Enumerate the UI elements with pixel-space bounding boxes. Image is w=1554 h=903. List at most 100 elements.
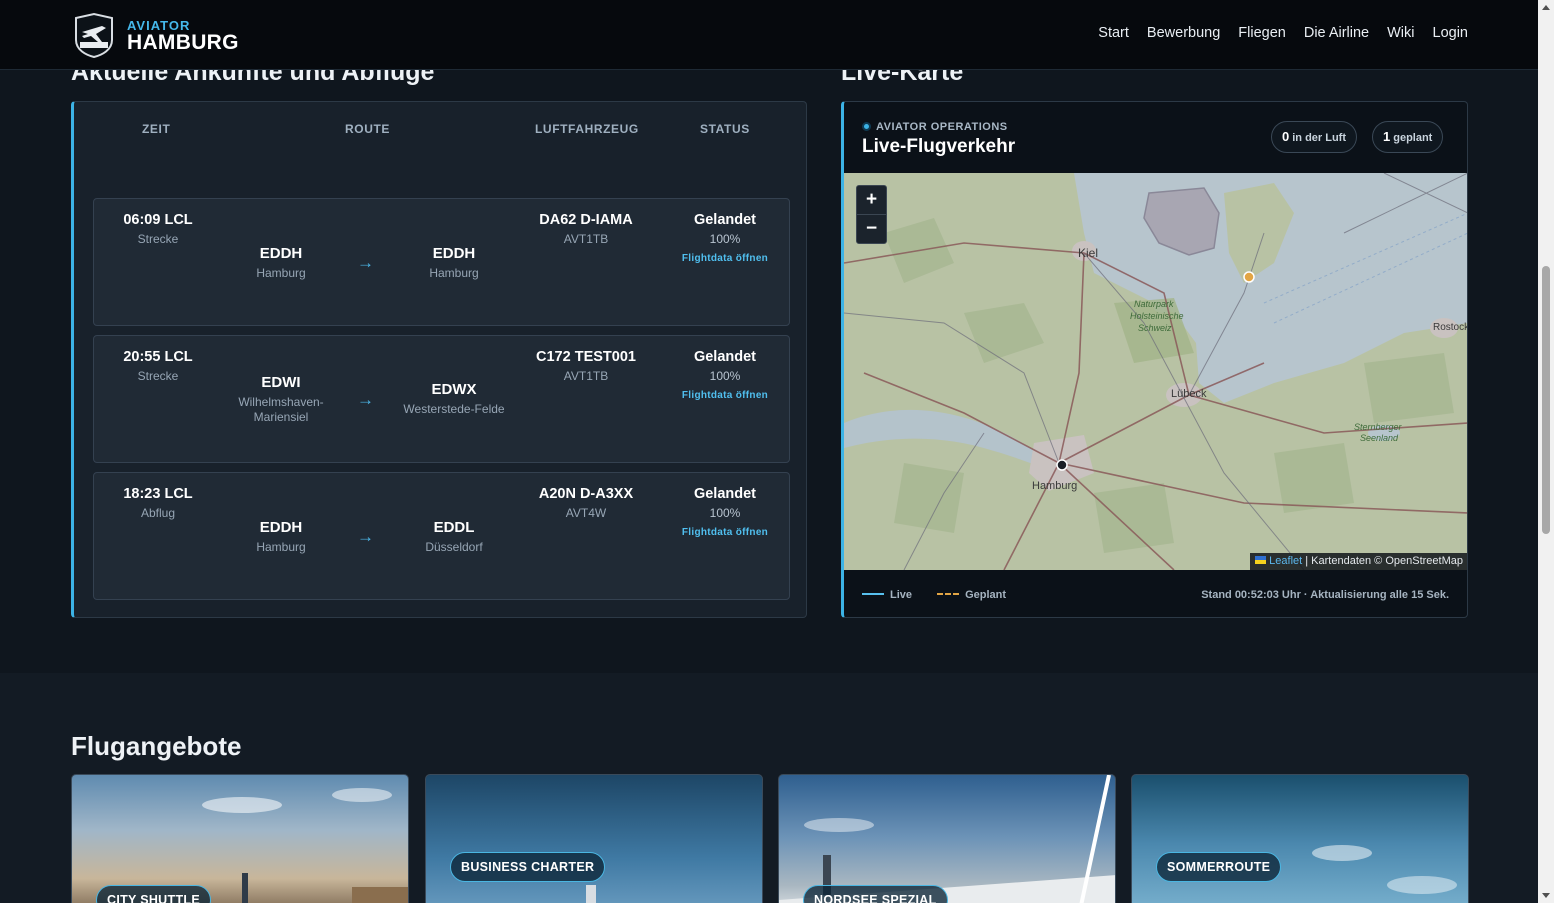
callsign: AVT1TB	[563, 232, 609, 246]
svg-text:Holsteinische: Holsteinische	[1130, 311, 1184, 321]
arrival-city: Westerstede-Felde	[403, 402, 505, 416]
nav-item-start[interactable]: Start	[1098, 25, 1129, 41]
flight-progress: 100%	[709, 232, 741, 246]
offer-card[interactable]: SOMMERROUTE	[1131, 774, 1469, 903]
planned-label: geplant	[1393, 132, 1433, 144]
flightdata-link[interactable]: Flightdata öffnen	[664, 390, 786, 401]
map-panel-title: Live-Flugverkehr	[862, 136, 1016, 157]
ukraine-flag-icon	[1255, 556, 1267, 564]
column-header-time: ZEIT	[142, 122, 171, 136]
aircraft-registration: C172 TEST001	[536, 349, 636, 365]
arrival-code: EDDL	[433, 519, 475, 536]
planned-line-icon	[937, 593, 960, 595]
page-scrollbar[interactable]	[1538, 0, 1554, 903]
flight-status: Gelandet	[693, 212, 757, 228]
flights-panel: ZEIT ROUTE LUFTFAHRZEUG STATUS 06:09 LCL…	[71, 101, 807, 618]
svg-text:Seenland: Seenland	[1360, 433, 1399, 443]
status-cell: Gelandet 100% Flightdata öffnen	[664, 486, 786, 538]
nav-item-fliegen[interactable]: Fliegen	[1238, 25, 1286, 41]
offer-card[interactable]: CITY SHUTTLE	[71, 774, 409, 903]
offer-tag: NORDSEE SPEZIAL	[803, 885, 948, 903]
attribution-text: | Kartendaten © OpenStreetMap	[1305, 555, 1463, 567]
status-cell: Gelandet 100% Flightdata öffnen	[664, 349, 786, 401]
callsign: AVT4W	[565, 506, 607, 520]
arrival-code: EDDH	[432, 245, 476, 262]
departure-code: EDWI	[261, 374, 301, 391]
scroll-down-icon[interactable]	[1542, 893, 1550, 898]
svg-text:Rostock: Rostock	[1433, 322, 1468, 333]
flight-time: 18:23 LCL	[123, 486, 193, 502]
arrival-airport: EDDH Hamburg	[389, 245, 519, 281]
zoom-in-button[interactable]: +	[857, 186, 886, 215]
zoom-out-button[interactable]: −	[857, 215, 886, 244]
flight-card: 20:55 LCL Strecke EDWI Wilhelmshaven-Mar…	[93, 335, 790, 463]
arrival-city: Hamburg	[429, 266, 479, 280]
offer-card[interactable]: NORDSEE SPEZIAL	[778, 774, 1116, 903]
arrival-city: Düsseldorf	[425, 540, 483, 554]
route-arrow-icon: →	[357, 527, 374, 546]
flightdata-link[interactable]: Flightdata öffnen	[664, 253, 786, 264]
scroll-up-icon[interactable]	[1542, 5, 1550, 10]
live-dot-icon	[862, 122, 871, 131]
leaflet-link[interactable]: Leaflet	[1269, 555, 1302, 567]
flight-time-cell: 18:23 LCL Abflug	[114, 486, 202, 520]
ops-label: AVIATOR OPERATIONS	[862, 121, 1008, 133]
departure-code: EDDH	[259, 245, 303, 262]
svg-text:Naturpark: Naturpark	[1134, 299, 1174, 309]
planned-flight-marker	[1243, 271, 1255, 283]
ops-label-text: AVIATOR OPERATIONS	[876, 121, 1008, 133]
offer-image	[202, 788, 408, 903]
offer-image	[779, 775, 1115, 903]
column-header-aircraft: LUFTFAHRZEUG	[535, 122, 639, 136]
departure-airport: EDWI Wilhelmshaven-Mariensiel	[216, 374, 346, 425]
offer-tag: BUSINESS CHARTER	[450, 852, 606, 882]
airborne-count-badge: 0 in der Luft	[1271, 121, 1358, 153]
arrival-airport: EDWX Westerstede-Felde	[389, 381, 519, 417]
aviator-logo-icon[interactable]	[72, 12, 116, 59]
offers-section-title: Flugangebote	[71, 731, 242, 761]
nav-item-die-airline[interactable]: Die Airline	[1304, 25, 1369, 41]
aircraft-cell: C172 TEST001 AVT1TB	[521, 349, 651, 383]
flight-status: Gelandet	[693, 486, 757, 502]
legend-planned: Geplant	[965, 589, 1007, 601]
column-header-status: STATUS	[700, 122, 750, 136]
flightdata-link[interactable]: Flightdata öffnen	[664, 527, 786, 538]
brand-main: HAMBURG	[127, 31, 239, 54]
scrollbar-thumb[interactable]	[1542, 266, 1550, 534]
flight-time: 20:55 LCL	[123, 349, 193, 365]
flight-time-cell: 20:55 LCL Strecke	[114, 349, 202, 383]
aircraft-marker	[1056, 459, 1068, 471]
map-legend: Live Geplant	[862, 589, 1006, 601]
nav-item-login[interactable]: Login	[1433, 25, 1468, 41]
status-cell: Gelandet 100% Flightdata öffnen	[664, 212, 786, 264]
map-label: Kiel	[1078, 246, 1098, 260]
departure-city: Hamburg	[256, 266, 306, 280]
flight-progress: 100%	[709, 506, 741, 520]
map-canvas[interactable]: Kiel Naturpark Holsteinische Schweiz Lüb…	[844, 173, 1468, 570]
map-status-text: Stand 00:52:03 Uhr · Aktualisierung alle…	[1201, 589, 1449, 601]
flight-type: Strecke	[137, 232, 179, 246]
departure-city: Hamburg	[256, 540, 306, 554]
callsign: AVT1TB	[563, 369, 609, 383]
departure-code: EDDH	[259, 519, 303, 536]
aircraft-cell: DA62 D-IAMA AVT1TB	[521, 212, 651, 246]
arrival-code: EDWX	[431, 381, 477, 398]
nav-item-bewerbung[interactable]: Bewerbung	[1147, 25, 1220, 41]
svg-text:Schweiz: Schweiz	[1138, 323, 1172, 333]
offer-image	[586, 885, 596, 903]
map-attribution: Leaflet | Kartendaten © OpenStreetMap	[1250, 553, 1467, 570]
svg-text:Hamburg: Hamburg	[1032, 480, 1077, 492]
route-arrow-icon: →	[357, 390, 374, 409]
main-navigation: Start Bewerbung Fliegen Die Airline Wiki…	[1098, 25, 1468, 41]
aircraft-cell: A20N D-A3XX AVT4W	[521, 486, 651, 520]
offer-image	[1312, 845, 1457, 894]
live-map-panel: AVIATOR OPERATIONS Live-Flugverkehr 0 in …	[841, 101, 1468, 618]
offer-tag: SOMMERROUTE	[1156, 852, 1282, 882]
live-line-icon	[862, 593, 884, 595]
offer-card[interactable]: BUSINESS CHARTER	[425, 774, 763, 903]
airborne-count: 0	[1282, 129, 1290, 144]
aircraft-registration: DA62 D-IAMA	[539, 212, 633, 228]
flight-type: Abflug	[140, 506, 176, 520]
aircraft-registration: A20N D-A3XX	[538, 486, 634, 502]
nav-item-wiki[interactable]: Wiki	[1387, 25, 1414, 41]
